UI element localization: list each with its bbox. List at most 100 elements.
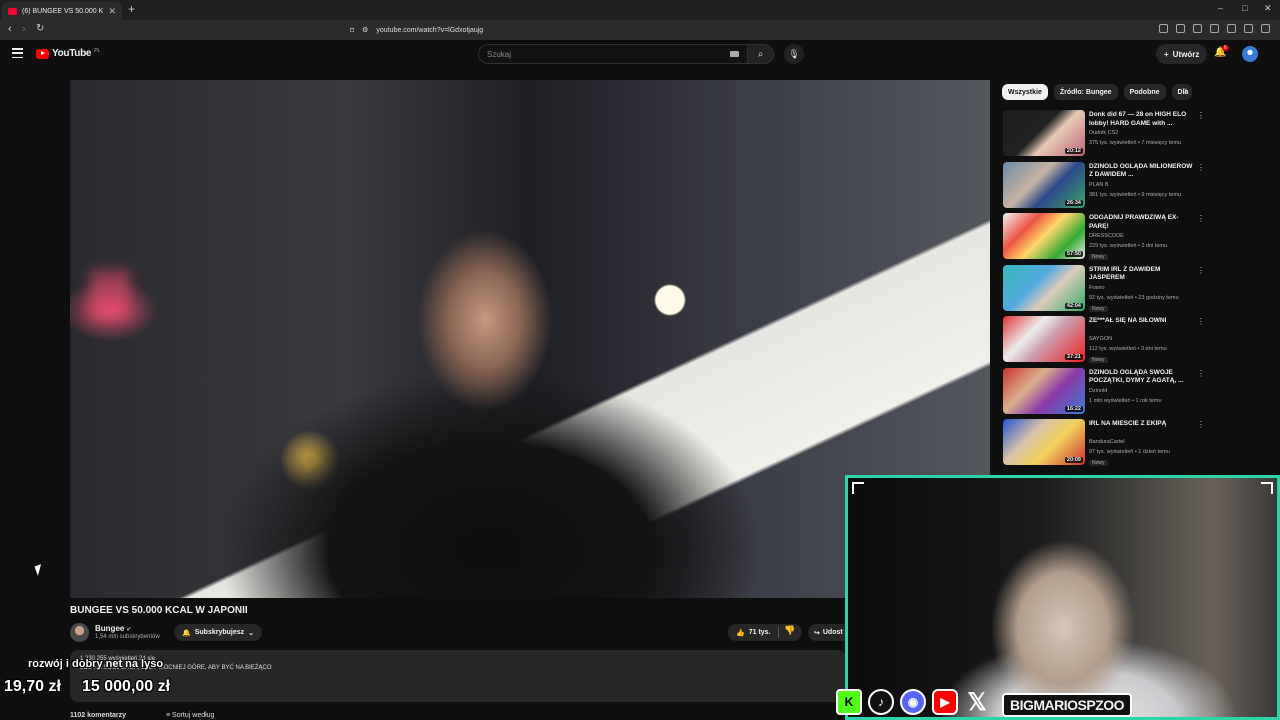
extension-icon[interactable] — [1176, 24, 1185, 33]
more-options-icon[interactable]: ⋮ — [1197, 214, 1205, 223]
recommendation-channel[interactable]: PLAN B — [1089, 182, 1109, 188]
logo-country: PL — [94, 47, 101, 54]
more-options-icon[interactable]: ⋮ — [1197, 317, 1205, 326]
recommendation-meta: 97 tys. wyświetleń • 1 dzień temu — [1089, 449, 1170, 455]
forward-arrow-icon[interactable]: › — [22, 23, 26, 35]
chip-all[interactable]: Wszystkie — [1002, 84, 1048, 100]
close-window-button[interactable]: ✕ — [1264, 3, 1272, 14]
more-options-icon[interactable]: ⋮ — [1197, 420, 1205, 429]
recommendation-item[interactable]: 42:04 STRIM IRL Z DAWIDEM JASPEREM Frani… — [1003, 264, 1205, 317]
keyboard-icon[interactable] — [730, 51, 739, 57]
recommendation-item[interactable]: 20:12 Donk did 67 — 28 on HIGH ELO lobby… — [1003, 110, 1205, 162]
video-thumbnail[interactable]: 37:21 — [1003, 316, 1085, 362]
search-placeholder: Szukaj — [487, 49, 512, 59]
search-input[interactable]: Szukaj — [478, 44, 748, 64]
recommendation-channel[interactable]: SAYGON — [1089, 336, 1112, 342]
video-thumbnail[interactable]: 42:04 — [1003, 264, 1085, 311]
new-badge: Nowy — [1089, 305, 1108, 312]
search-icon: ⌕ — [757, 48, 764, 60]
recommendation-item[interactable]: 20:09 IRL NA MIEŚCIE Z EKIPĄ BanduraCart… — [1003, 419, 1205, 471]
thumbs-down-icon[interactable]: 👎 — [784, 625, 795, 636]
minimize-window-button[interactable]: – — [1218, 3, 1223, 13]
voice-search-button[interactable]: 🎙 — [784, 44, 804, 64]
extension-icon[interactable] — [1244, 24, 1253, 33]
more-options-icon[interactable]: ⋮ — [1197, 163, 1205, 172]
channel-name-text[interactable]: Bungee — [95, 624, 124, 633]
extension-icon[interactable] — [1227, 24, 1236, 33]
new-badge: Nowy — [1089, 254, 1108, 260]
url-text[interactable]: youtube.com/watch?v=lGdxotjaujg — [376, 27, 483, 34]
recommendation-title[interactable]: ZE***AŁ SIĘ NA SIŁOWNI — [1089, 317, 1193, 326]
extension-icon[interactable] — [1193, 24, 1202, 33]
recommendation-item[interactable]: 16:22 DZINOLD OGLĄDA SWOJE POCZĄTKI, DYM… — [1003, 367, 1205, 420]
site-info-icon[interactable]: ⚙ — [362, 26, 368, 34]
extension-icon[interactable] — [1159, 24, 1168, 33]
subscribe-button[interactable]: 🔔 Subskrybujesz ⌄ — [174, 624, 263, 641]
description-box[interactable] — [70, 650, 846, 702]
bell-icon: 🔔 — [182, 629, 191, 637]
plus-icon: + — [1164, 49, 1169, 59]
extension-icon[interactable] — [1261, 24, 1270, 33]
recommendation-item[interactable]: 26:34 DZINOLD OGLĄDA MILIONERÓW Z DAWIDE… — [1003, 161, 1205, 214]
recommendation-title[interactable]: DZINOLD OGLĄDA MILIONERÓW Z DAWIDEM ... — [1089, 163, 1193, 180]
maximize-window-button[interactable]: □ — [1242, 3, 1247, 13]
recommendation-channel[interactable]: Dzinold — [1089, 388, 1107, 394]
youtube-logo[interactable]: YouTube PL — [36, 48, 100, 59]
account-avatar[interactable] — [1242, 46, 1258, 62]
like-button[interactable]: 👍 71 tys. 👎 — [728, 624, 802, 641]
recommendation-title[interactable]: IRL NA MIEŚCIE Z EKIPĄ — [1089, 420, 1193, 429]
new-tab-button[interactable]: + — [128, 2, 135, 16]
comments-count: 1102 komentarzy — [70, 712, 127, 719]
chevron-right-icon[interactable]: › — [1184, 85, 1187, 96]
video-title: BUNGEE VS 50.000 KCAL W JAPONII — [70, 605, 248, 616]
sort-comments-button[interactable]: ≡ Sortuj według — [166, 712, 214, 719]
chip-source[interactable]: Źródło: Bungee — [1053, 84, 1118, 100]
chip-for-you[interactable]: Dla — [1171, 84, 1192, 100]
recommendation-item[interactable]: 57:50 ODGADNIJ PRAWDZIWĄ EX-PARĘ! DRESSC… — [1003, 213, 1205, 265]
recommendation-title[interactable]: STRIM IRL Z DAWIDEM JASPEREM — [1089, 266, 1193, 283]
extension-icons — [1159, 24, 1270, 33]
video-thumbnail[interactable]: 20:12 — [1003, 110, 1085, 156]
recommendation-channel[interactable]: BanduraCartel — [1089, 439, 1124, 445]
video-duration: 16:22 — [1064, 405, 1083, 412]
share-button[interactable]: ↪ Udost — [808, 624, 848, 641]
video-thumbnail[interactable]: 16:22 — [1003, 367, 1085, 414]
menu-icon[interactable] — [12, 48, 23, 58]
video-thumbnail[interactable]: 20:09 — [1003, 419, 1085, 465]
video-thumbnail[interactable]: 26:34 — [1003, 161, 1085, 208]
bookmark-icon[interactable]: ⌑ — [350, 26, 354, 35]
recommendation-title[interactable]: DZINOLD OGLĄDA SWOJE POCZĄTKI, DYMY Z AG… — [1089, 369, 1193, 386]
streamer-nickname: BIGMARIOSPZOO — [1002, 693, 1133, 717]
donation-message: rozwój i dobry net na lyso — [28, 658, 164, 670]
channel-name[interactable]: Bungee ✔ — [95, 624, 131, 633]
video-duration: 42:04 — [1064, 302, 1083, 309]
youtube-header: YouTube PL Szukaj ⌕ 🎙 + Utwórz 🔔 6 — [0, 40, 1280, 68]
close-tab-icon[interactable]: ✕ — [108, 6, 116, 17]
more-options-icon[interactable]: ⋮ — [1197, 369, 1205, 378]
channel-avatar[interactable] — [70, 623, 89, 642]
browser-tab[interactable]: (6) BUNGEE VS 50.000 KCAL W ✕ — [2, 2, 122, 20]
reload-icon[interactable]: ↻ — [36, 23, 44, 34]
recommendation-item[interactable]: 37:21 ZE***AŁ SIĘ NA SIŁOWNI SAYGON 112 … — [1003, 316, 1205, 368]
more-options-icon[interactable]: ⋮ — [1197, 111, 1205, 120]
recommendation-channel[interactable]: Dudnik CS2 — [1089, 130, 1118, 136]
search-button[interactable]: ⌕ — [748, 44, 774, 64]
chip-similar[interactable]: Podobne — [1123, 84, 1166, 100]
recommendation-channel[interactable]: DRESSCODE — [1089, 233, 1124, 239]
video-thumbnail[interactable]: 57:50 — [1003, 213, 1085, 259]
mouse-cursor-icon — [34, 564, 45, 576]
recommendation-meta: 229 tys. wyświetleń • 2 dni temu — [1089, 243, 1168, 249]
extension-icon[interactable] — [1210, 24, 1219, 33]
url-field[interactable]: ⌑ ⚙ youtube.com/watch?v=lGdxotjaujg — [350, 23, 910, 37]
donation-amount: 19,70 zł — [4, 678, 61, 695]
recommendation-title[interactable]: Donk did 67 — 28 on HIGH ELO lobby! HARD… — [1089, 111, 1193, 128]
back-arrow-icon[interactable]: ‹ — [8, 23, 12, 35]
more-options-icon[interactable]: ⋮ — [1197, 266, 1205, 275]
like-divider — [778, 627, 779, 638]
recommendation-channel[interactable]: Franio — [1089, 285, 1105, 291]
recommendation-meta: 381 tys. wyświetleń • 9 miesięcy temu — [1089, 191, 1182, 198]
recommendations-list: 20:12 Donk did 67 — 28 on HIGH ELO lobby… — [1003, 110, 1205, 471]
create-button[interactable]: + Utwórz — [1156, 44, 1208, 64]
recommendation-meta: 1 mln wyświetleń • 1 rok temu — [1089, 397, 1162, 404]
recommendation-title[interactable]: ODGADNIJ PRAWDZIWĄ EX-PARĘ! — [1089, 214, 1193, 231]
